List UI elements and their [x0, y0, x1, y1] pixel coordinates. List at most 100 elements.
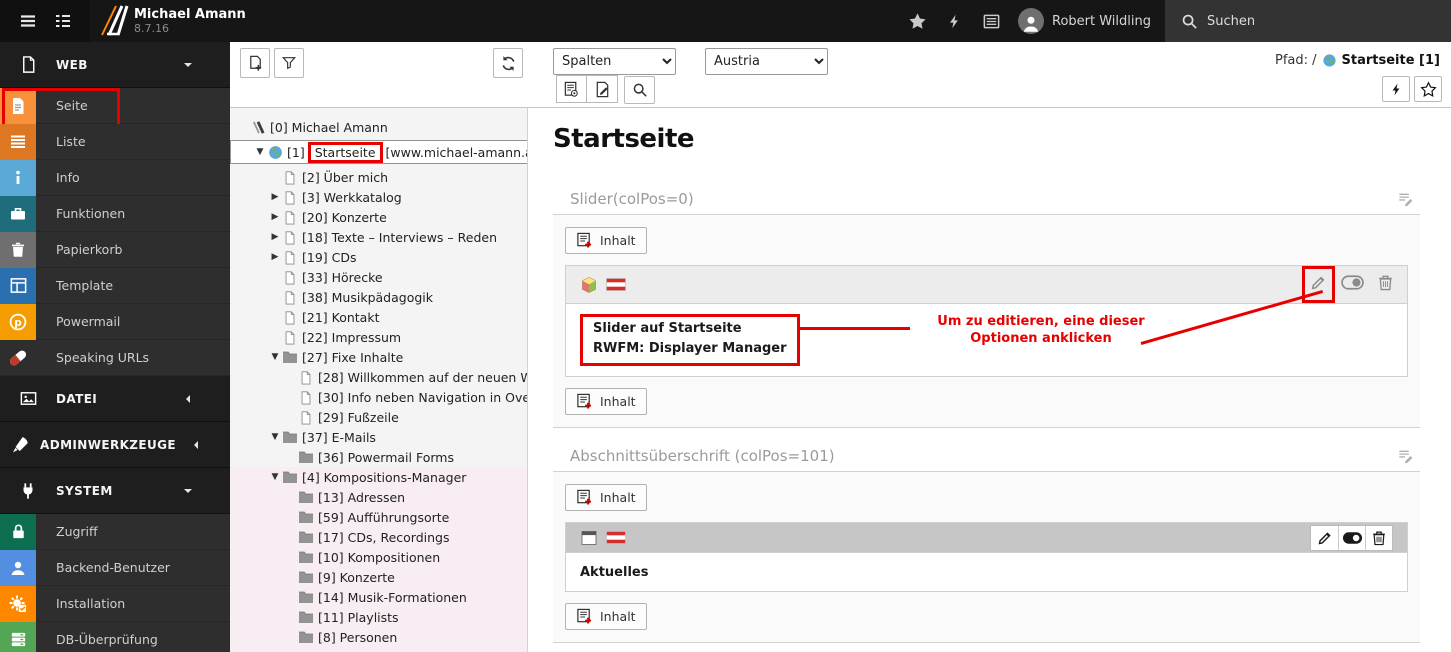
hamburger-icon[interactable] [13, 6, 43, 36]
add-content-button[interactable]: Inhalt [565, 388, 647, 415]
tree-node-11[interactable]: [11] Playlists [230, 607, 527, 627]
tree-node-29[interactable]: [29] Fußzeile [230, 407, 527, 427]
language-select[interactable]: Austria [705, 48, 828, 75]
module-item-seite[interactable]: Seite [0, 88, 230, 124]
page-icon [282, 329, 298, 345]
bookmark-button[interactable] [1414, 76, 1442, 102]
tree-node-28[interactable]: [28] Willkommen auf der neuen We [230, 367, 528, 387]
tree-node-label: [36] Powermail Forms [318, 450, 454, 465]
module-item-funktionen[interactable]: Funktionen [0, 196, 230, 232]
tree-node-17[interactable]: [17] CDs, Recordings [230, 527, 527, 547]
topbar-search[interactable] [1165, 0, 1451, 42]
edit-pencil-icon[interactable] [1311, 526, 1338, 550]
filter-button[interactable] [274, 48, 304, 78]
module-item-info[interactable]: Info [0, 160, 230, 196]
bolt-icon[interactable] [936, 0, 973, 42]
tree-node-8[interactable]: [8] Personen [230, 627, 527, 647]
tree-node-3[interactable]: ▶[3] Werkkatalog [230, 187, 527, 207]
expander-icon[interactable]: ▶ [268, 192, 282, 202]
new-page-button[interactable] [240, 48, 270, 78]
module-section-system[interactable]: SYSTEM [0, 468, 230, 514]
chevron-left-icon [160, 394, 216, 404]
column-edit-icon[interactable] [1397, 191, 1414, 208]
module-item-papierkorb[interactable]: Papierkorb [0, 232, 230, 268]
toolbox-icon [8, 204, 28, 224]
tree-node-18[interactable]: ▶[18] Texte – Interviews – Reden [230, 227, 527, 247]
module-section-web[interactable]: WEB [0, 42, 230, 88]
expander-icon[interactable]: ▼ [253, 147, 267, 157]
user-menu[interactable]: Robert Wildling [1010, 0, 1165, 42]
image-icon [0, 389, 56, 408]
tree-node-33[interactable]: [33] Hörecke [230, 267, 527, 287]
expander-icon[interactable]: ▼ [268, 352, 282, 362]
add-content-button[interactable]: Inhalt [565, 603, 647, 630]
module-item-liste[interactable]: Liste [0, 124, 230, 160]
tree-node-30[interactable]: [30] Info neben Navigation in Overl [230, 387, 528, 407]
columns-select[interactable]: Spalten [553, 48, 676, 75]
star-icon[interactable] [899, 0, 936, 42]
search-button[interactable] [624, 76, 655, 104]
expander-icon[interactable]: ▶ [268, 252, 282, 262]
page-icon [282, 209, 298, 225]
module-section-label: SYSTEM [56, 484, 113, 498]
tree-node-4[interactable]: ▼[4] Kompositions-Manager [230, 467, 527, 487]
add-content-button[interactable]: Inhalt [565, 227, 647, 254]
delete-trash-icon[interactable] [1365, 526, 1392, 550]
visibility-toggle-icon[interactable] [1341, 275, 1364, 294]
visibility-toggle-icon[interactable] [1338, 526, 1365, 550]
tree-node-38[interactable]: [38] Musikpädagogik [230, 287, 527, 307]
user-icon [8, 558, 28, 578]
expander-icon[interactable]: ▶ [268, 212, 282, 222]
tree-node-2[interactable]: [2] Über mich [230, 167, 527, 187]
view-page-button[interactable] [556, 75, 587, 103]
systeminfo-icon[interactable] [973, 0, 1010, 42]
module-item-speaking-urls[interactable]: Speaking URLs [0, 340, 230, 376]
expander-icon[interactable]: ▼ [268, 472, 282, 482]
cache-bolt-button[interactable] [1382, 76, 1410, 102]
delete-trash-icon[interactable] [1378, 274, 1393, 295]
tree-node-22[interactable]: [22] Impressum [230, 327, 527, 347]
column-edit-icon[interactable] [1397, 448, 1414, 465]
add-content-icon [576, 489, 593, 506]
module-section-datei[interactable]: DATEI [0, 376, 230, 422]
star-outline-icon [1420, 81, 1437, 98]
expander-icon[interactable]: ▼ [268, 432, 282, 442]
pagetree-toggle-icon[interactable] [48, 6, 78, 36]
folder-icon [282, 429, 298, 445]
tree-node-label: [22] Impressum [302, 330, 401, 345]
tree-node-9[interactable]: [9] Konzerte [230, 567, 527, 587]
tree-node-14[interactable]: [14] Musik-Formationen [230, 587, 527, 607]
tree-node-37[interactable]: ▼[37] E-Mails [230, 427, 527, 447]
content-element-aktuelles[interactable]: Aktuelles [565, 522, 1408, 592]
path-page[interactable]: Startseite [1] [1342, 53, 1440, 68]
refresh-button[interactable] [493, 48, 523, 78]
tree-node-1[interactable]: ▼[1]Startseite[www.michael-amann.at] [230, 140, 528, 164]
tree-node-0[interactable]: [0] Michael Amann [230, 117, 527, 137]
tree-node-13[interactable]: [13] Adressen [230, 487, 527, 507]
module-item-zugriff[interactable]: Zugriff [0, 514, 230, 550]
module-item-template[interactable]: Template [0, 268, 230, 304]
brand[interactable]: Michael Amann 8.7.16 [90, 0, 246, 42]
module-item-backend-benutzer[interactable]: Backend-Benutzer [0, 550, 230, 586]
tree-node-27[interactable]: ▼[27] Fixe Inhalte [230, 347, 527, 367]
edit-page-button[interactable] [587, 75, 618, 103]
tree-pink-region [230, 647, 527, 652]
add-content-icon [576, 232, 593, 249]
tree-node-59[interactable]: [59] Aufführungsorte [230, 507, 527, 527]
tree-node-19[interactable]: ▶[19] CDs [230, 247, 527, 267]
module-item-powermail[interactable]: pPowermail [0, 304, 230, 340]
tree-node-10[interactable]: [10] Kompositionen [230, 547, 527, 567]
module-item-db-berpr-fung[interactable]: DB-Überprüfung [0, 622, 230, 652]
plugin-cube-icon [580, 276, 598, 294]
expander-icon[interactable]: ▶ [268, 232, 282, 242]
tree-node-36[interactable]: [36] Powermail Forms [230, 447, 527, 467]
annotation-text: Um zu editieren, eine dieser Optionen an… [916, 313, 1166, 347]
module-section-adminwerkzeuge[interactable]: ADMINWERKZEUGE [0, 422, 230, 468]
add-content-button[interactable]: Inhalt [565, 484, 647, 511]
search-input[interactable] [1207, 14, 1407, 29]
flag-austria-icon [606, 278, 626, 291]
module-item-installation[interactable]: Installation [0, 586, 230, 622]
tree-node-21[interactable]: [21] Kontakt [230, 307, 527, 327]
tree-node-20[interactable]: ▶[20] Konzerte [230, 207, 527, 227]
content-element-slider[interactable]: Slider auf Startseite RWFM: Displayer Ma… [565, 265, 1408, 377]
